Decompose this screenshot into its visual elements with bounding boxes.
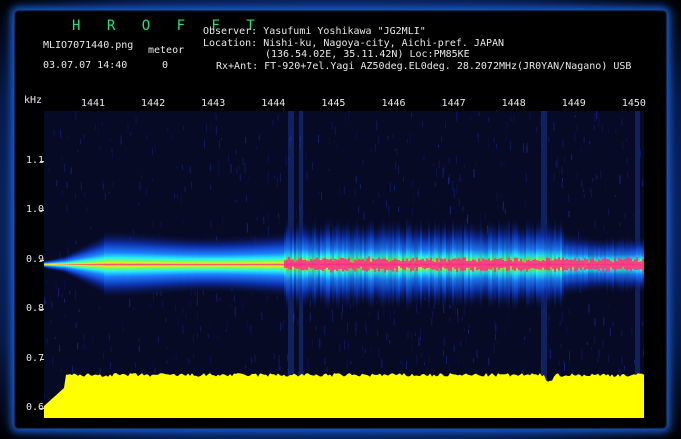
signal-band [44, 216, 644, 313]
x-tick-label: 1443 [201, 98, 226, 109]
meteor-count: 0 [162, 60, 169, 71]
x-tick-label: 1442 [141, 98, 166, 109]
x-tick-label: 1441 [80, 98, 106, 109]
file-name: MLIO7071440.png [43, 40, 134, 51]
meteor-label: meteor [148, 45, 185, 56]
coords-line: (136.54.02E, 35.11.42N) Loc:PM85KE [265, 49, 470, 60]
rx-line: Rx+Ant: FT-920+7el.Yagi AZ50deg.EL0deg. … [216, 61, 632, 72]
y-axis-unit: kHz [24, 95, 43, 106]
location-line: Location: Nishi-ku, Nagoya-city, Aichi-p… [203, 38, 505, 49]
x-tick-label: 1445 [321, 98, 346, 109]
x-tick-label: 1449 [561, 98, 586, 109]
power-trace [44, 373, 644, 418]
x-tick-label: 1444 [261, 98, 286, 109]
datetime: 03.07.07 14:40 [43, 60, 128, 71]
observer-line: Observer: Yasufumi Yoshikawa "JG2MLI" [203, 26, 426, 37]
x-tick-label: 1446 [381, 98, 406, 109]
x-tick-label: 1448 [501, 98, 526, 109]
spectrogram [44, 111, 644, 418]
x-tick-label: 1447 [441, 98, 466, 109]
x-tick-label: 1450 [621, 98, 646, 109]
